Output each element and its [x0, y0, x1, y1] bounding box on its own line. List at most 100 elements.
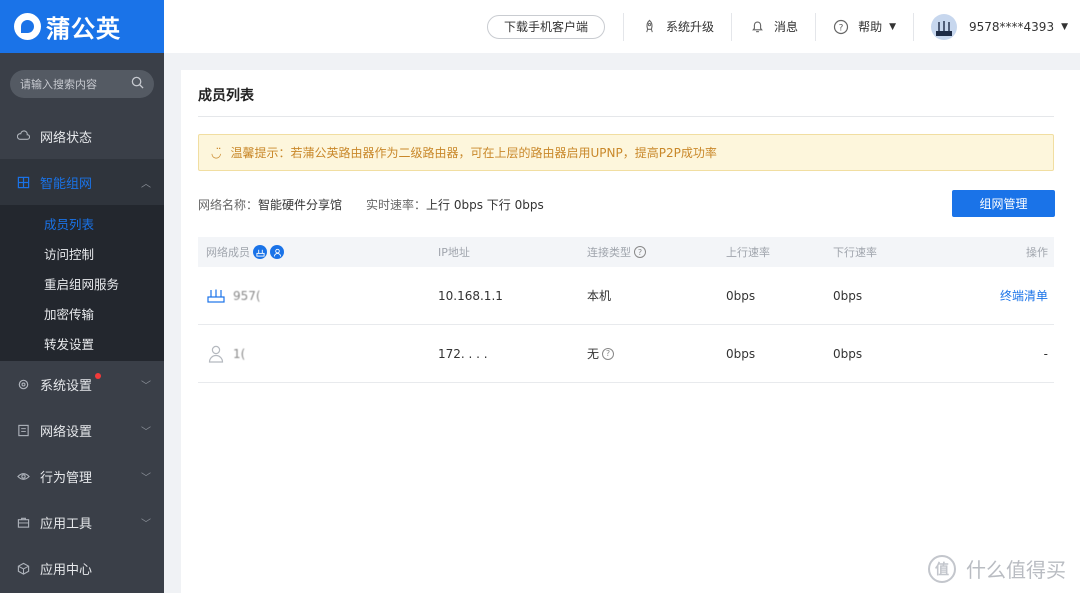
column-header-ip: IP地址: [438, 246, 470, 259]
sidebar-item-network-status[interactable]: 网络状态: [0, 113, 164, 159]
network-icon: [17, 176, 30, 189]
submenu-item-access-control[interactable]: 访问控制: [0, 238, 164, 268]
sidebar-nav: 网络状态 智能组网 ︿ 成员列表 访问控制 重启组网服务 加密传输 转发设置 系…: [0, 113, 164, 591]
tip-text: 温馨提示：若蒲公英路由器作为二级路由器，可在上层的路由器启用UPNP，提高P2P…: [230, 146, 717, 160]
brand-logo[interactable]: 蒲公英: [0, 0, 164, 53]
network-name-label: 网络名称：: [198, 198, 259, 212]
connection-type-cell: 本机: [587, 289, 612, 303]
watermark-logo: 值: [928, 554, 956, 583]
system-upgrade-button[interactable]: 系统升级: [624, 18, 731, 35]
submenu-item-restart-service[interactable]: 重启组网服务: [0, 268, 164, 298]
smile-icon: ◡̈: [211, 145, 222, 160]
table-row: 957( 10.168.1.1 本机 0bps 0bps 终端清单: [198, 267, 1054, 325]
member-name: 1(: [233, 346, 246, 361]
download-app-button[interactable]: 下载手机客户端: [487, 14, 606, 39]
sidebar-item-label: 网络设置: [40, 424, 93, 440]
chevron-down-icon: ﹀: [141, 472, 151, 484]
column-header-upload-speed: 上行速率: [726, 246, 770, 259]
main-panel: 成员列表 ◡̈ 温馨提示：若蒲公英路由器作为二级路由器，可在上层的路由器启用UP…: [181, 70, 1080, 593]
help-circle-icon[interactable]: ?: [634, 246, 646, 258]
search-input[interactable]: [20, 77, 120, 91]
caret-down-icon: ▼: [1061, 21, 1068, 32]
dandelion-logo-icon: [14, 13, 41, 40]
messages-label: 消息: [774, 20, 799, 34]
member-cell: 1(: [206, 325, 245, 382]
help-circle-icon[interactable]: ?: [602, 347, 615, 360]
account-menu[interactable]: 9578****4393 ▼: [914, 13, 1068, 40]
user-filter-icon[interactable]: [270, 245, 284, 259]
table-row: 1( 172. . . . 无 ? 0bps 0bps -: [198, 325, 1054, 383]
sidebar-item-app-tools[interactable]: 应用工具 ﹀: [0, 499, 164, 545]
toolbox-icon: [17, 516, 30, 529]
chevron-down-icon: ﹀: [141, 518, 151, 530]
column-header-connection-type: 连接类型 ?: [587, 237, 646, 267]
help-label: 帮助: [858, 20, 883, 34]
rocket-icon: [641, 19, 657, 35]
help-circle-icon: ?: [833, 19, 849, 35]
network-management-button[interactable]: 组网管理: [952, 190, 1055, 217]
speed-value: 上行 0bps 下行 0bps: [426, 198, 544, 212]
sidebar-item-label: 系统设置: [40, 378, 93, 394]
sidebar-item-app-center[interactable]: 应用中心: [0, 545, 164, 591]
sidebar-item-label: 应用中心: [40, 562, 93, 578]
notification-dot: [95, 373, 101, 379]
top-bar: 下载手机客户端 系统升级 消息 ? 帮助 ▼ 9578****4393 ▼: [164, 0, 1080, 53]
table-header: 网络成员 IP地址 连接类型 ? 上行速率 下行速率 操作: [198, 237, 1054, 267]
watermark: 值 什么值得买: [928, 554, 1066, 583]
brand-name: 蒲公英: [46, 15, 121, 43]
chevron-down-icon: ﹀: [141, 426, 151, 438]
router-icon: [206, 289, 226, 303]
terminal-list-link[interactable]: 终端清单: [1000, 267, 1048, 324]
sidebar-item-system-settings[interactable]: 系统设置 ﹀: [0, 361, 164, 407]
sidebar-item-label: 应用工具: [40, 516, 93, 532]
sidebar-item-label: 行为管理: [40, 470, 93, 486]
watermark-text: 什么值得买: [966, 558, 1066, 582]
ip-cell: 172. . . .: [438, 346, 488, 361]
user-icon: [206, 345, 226, 363]
doc-icon: [17, 424, 30, 437]
sidebar-item-label: 智能组网: [40, 176, 93, 192]
account-id: 9578****4393: [969, 19, 1055, 34]
sidebar-item-behavior-management[interactable]: 行为管理 ﹀: [0, 453, 164, 499]
sidebar: 蒲公英 网络状态 智能组网 ︿ 成员列表 访问控制 重启组网服务 加密传输 转发…: [0, 0, 164, 593]
messages-button[interactable]: 消息: [732, 18, 815, 35]
sidebar-item-smart-network[interactable]: 智能组网 ︿: [0, 159, 164, 205]
router-filter-icon[interactable]: [253, 245, 267, 259]
gear-icon: [17, 378, 30, 391]
cube-icon: [17, 562, 30, 575]
submenu-item-forwarding[interactable]: 转发设置: [0, 328, 164, 358]
tip-banner: ◡̈ 温馨提示：若蒲公英路由器作为二级路由器，可在上层的路由器启用UPNP，提高…: [198, 134, 1054, 171]
smart-network-submenu: 成员列表 访问控制 重启组网服务 加密传输 转发设置: [0, 205, 164, 361]
upload-speed-cell: 0bps: [726, 346, 756, 361]
member-table: 网络成员 IP地址 连接类型 ? 上行速率 下行速率 操作 957(10.16…: [198, 237, 1054, 383]
chevron-up-icon: ︿: [141, 178, 151, 190]
network-info: 网络名称： 智能硬件分享馆 实时速率： 上行 0bps 下行 0bps: [198, 196, 568, 213]
network-name-value: 智能硬件分享馆: [258, 198, 343, 212]
sidebar-item-label: 网络状态: [40, 130, 93, 146]
sidebar-item-network-settings[interactable]: 网络设置 ﹀: [0, 407, 164, 453]
help-menu[interactable]: ? 帮助 ▼: [816, 18, 913, 35]
download-speed-cell: 0bps: [833, 288, 863, 303]
ip-cell: 10.168.1.1: [438, 288, 503, 303]
member-cell: 957(: [206, 267, 261, 324]
upload-speed-cell: 0bps: [726, 288, 756, 303]
router-avatar: [931, 13, 957, 40]
column-header-label: 网络成员: [206, 246, 250, 259]
connection-type-value: 无: [587, 347, 600, 361]
speed-label: 实时速率：: [366, 198, 427, 212]
chevron-down-icon: ﹀: [141, 380, 151, 392]
column-header-label: 连接类型: [587, 246, 631, 259]
connection-type-cell: 无 ?: [587, 325, 615, 382]
divider: [198, 116, 1054, 117]
system-upgrade-label: 系统升级: [666, 20, 715, 34]
search-icon[interactable]: [131, 76, 144, 92]
column-header-action: 操作: [1026, 246, 1048, 259]
download-speed-cell: 0bps: [833, 346, 863, 361]
column-header-member: 网络成员: [206, 237, 284, 267]
member-name: 957(: [233, 288, 261, 303]
submenu-item-encrypted-transfer[interactable]: 加密传输: [0, 298, 164, 328]
submenu-item-member-list[interactable]: 成员列表: [0, 208, 164, 238]
page-title: 成员列表: [198, 88, 254, 104]
sidebar-search: [10, 70, 154, 98]
caret-down-icon: ▼: [889, 21, 896, 32]
